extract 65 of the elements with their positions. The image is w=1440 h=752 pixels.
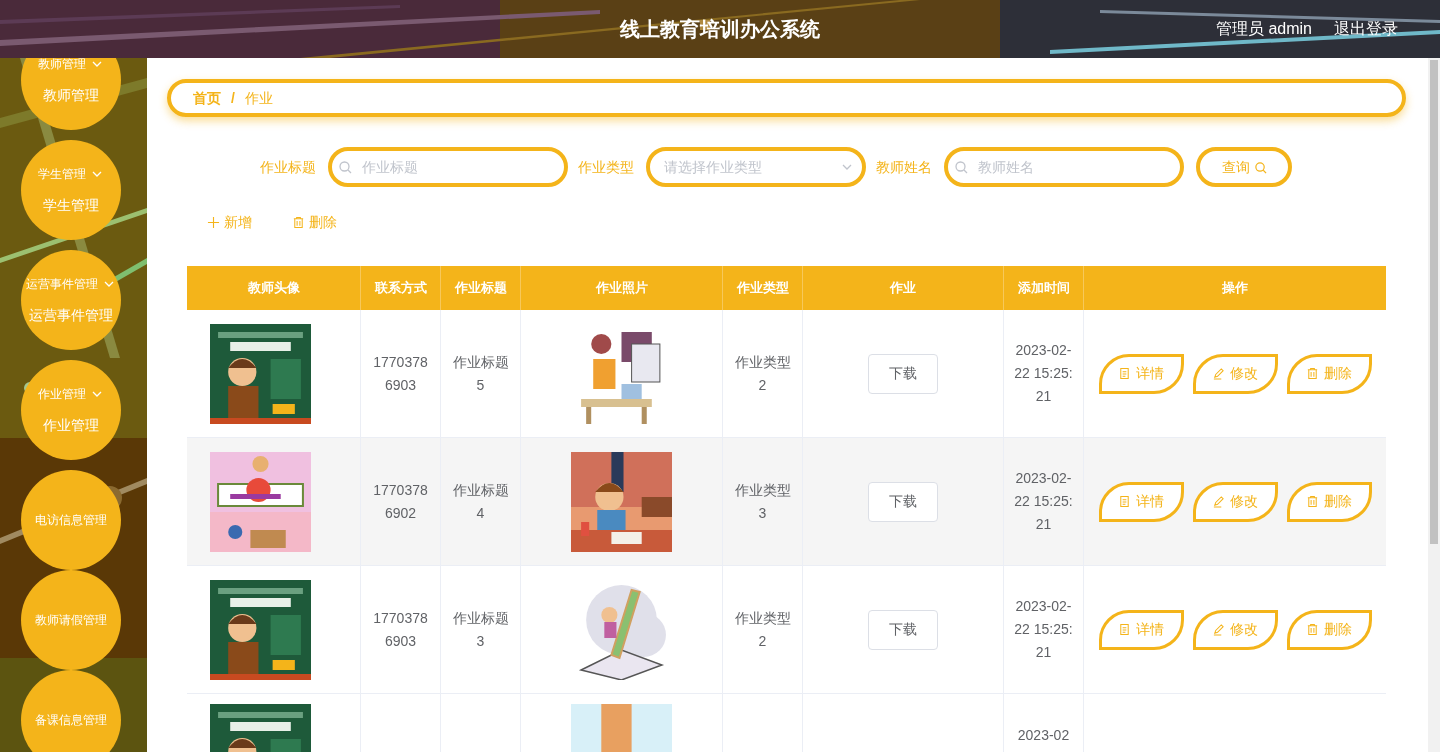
filter-label: 作业标题 [260,157,316,177]
menu-label: 学生管理 [38,165,86,183]
delete-button[interactable]: 删除 [1286,481,1372,522]
table-cell-text: 17703786903 [372,352,429,395]
table-cell-text: 17703786903 [372,608,429,651]
table-cell-text: 作业标题3 [451,608,510,651]
table-cell-text: 作业标题5 [451,352,510,395]
delete-button[interactable]: 删除 [1286,609,1372,650]
pencil-icon [1212,623,1225,636]
table-cell-text: 2023-02-22 15:25:21 [1014,341,1073,406]
table-cell-text: 作业标题4 [451,480,510,523]
search-field[interactable]: 作业标题 [328,147,568,187]
download-button[interactable]: 下载 [868,609,938,650]
table-cell-text: 作业类型3 [733,480,792,523]
filter-label: 作业类型 [578,157,634,177]
search-icon [954,160,968,174]
detail-button[interactable]: 详情 [1098,609,1184,650]
add-button[interactable]: 新增 [207,211,252,233]
scrollbar-thumb[interactable] [1430,60,1438,544]
table-cell-text: 17703786902 [372,480,429,523]
table-cell-text: 作业类型2 [733,608,792,651]
trash-icon [1306,367,1319,380]
breadcrumb-separator: / [231,88,235,108]
menu-label: 作业管理 [38,385,86,403]
table-cell-text: 作业类型2 [733,352,792,395]
select-field[interactable]: 请选择作业类型 [646,147,866,187]
submenu-item[interactable]: 学生管理 [43,194,99,216]
search-field[interactable]: 教师姓名 [944,147,1184,187]
search-icon [338,160,352,174]
column-header: 操作 [1221,279,1249,298]
document-icon [1118,623,1131,636]
submenu-item[interactable]: 运营事件管理 [29,304,113,326]
delete-button[interactable]: 删除 [1286,353,1372,394]
breadcrumb-link[interactable]: 作业 [244,87,273,109]
menu-label: 备课信息管理 [35,712,107,729]
table-cell-text: 2023-02 [1016,726,1071,745]
edit-button[interactable]: 修改 [1192,481,1278,522]
menu-label: 运营事件管理 [26,275,98,293]
trash-icon [1306,623,1319,636]
breadcrumb-link[interactable]: 首页 [193,87,221,109]
pencil-icon [1212,367,1225,380]
filter-label: 教师姓名 [876,157,932,177]
document-icon [1118,495,1131,508]
menu-label: 教师请假管理 [35,612,107,629]
detail-button[interactable]: 详情 [1098,353,1184,394]
download-button[interactable]: 下载 [868,353,938,394]
plus-icon [207,215,220,229]
submenu-item[interactable]: 作业管理 [43,414,99,436]
menu-label: 电访信息管理 [35,512,107,529]
delete-button[interactable]: 删除 [292,211,337,233]
detail-button[interactable]: 详情 [1098,481,1184,522]
search-icon [1253,160,1267,174]
pencil-icon [1212,495,1225,508]
table-cell-text: 2023-02-22 15:25:21 [1014,597,1073,662]
submenu-item[interactable]: 教师管理 [43,84,99,106]
trash-icon [1306,495,1319,508]
edit-button[interactable]: 修改 [1192,353,1278,394]
search-button[interactable]: 查询 [1196,147,1292,187]
edit-button[interactable]: 修改 [1192,609,1278,650]
document-icon [1118,367,1131,380]
menu-label: 教师管理 [38,58,86,73]
table-cell-text: 2023-02-22 15:25:21 [1014,469,1073,534]
download-button[interactable]: 下载 [868,481,938,522]
scrollbar[interactable] [1428,58,1440,752]
trash-icon [292,215,305,229]
